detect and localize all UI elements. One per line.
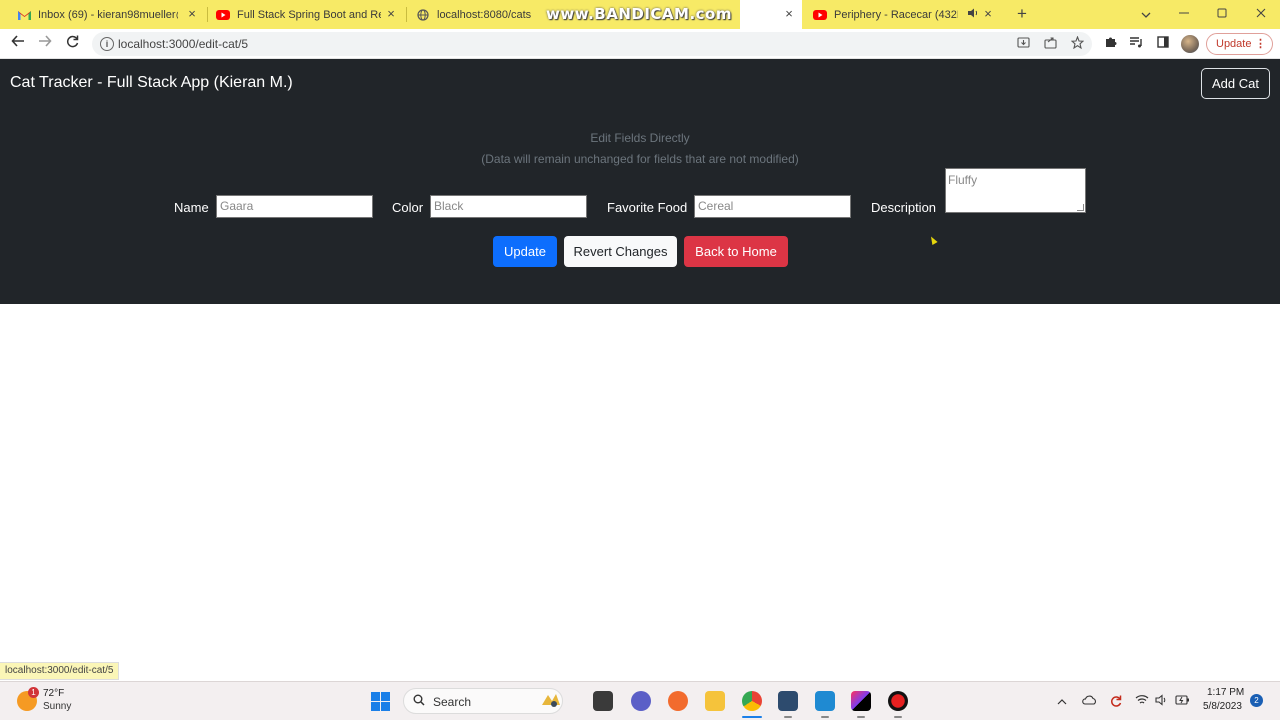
youtube-icon: [813, 8, 827, 22]
mysql-workbench-icon[interactable]: [778, 691, 798, 711]
chrome-icon[interactable]: [742, 691, 762, 711]
profile-avatar[interactable]: [1181, 35, 1199, 53]
edit-help-subtitle: (Data will remain unchanged for fields t…: [481, 152, 799, 166]
color-label: Color: [392, 200, 424, 215]
clock-date[interactable]: 5/8/2023: [1203, 701, 1242, 712]
add-cat-button[interactable]: Add Cat: [1201, 68, 1270, 99]
weather-temperature[interactable]: 72°F: [43, 688, 64, 699]
maximize-icon[interactable]: [1211, 4, 1233, 24]
tab-youtube-spring[interactable]: Full Stack Spring Boot and React ×: [208, 0, 407, 29]
battery-charging-icon[interactable]: [1174, 694, 1190, 708]
bookmark-star-icon[interactable]: [1069, 35, 1085, 52]
reload-icon[interactable]: [62, 34, 82, 54]
recording-watermark: www.BANDICAM.com: [538, 2, 740, 26]
extensions-puzzle-icon[interactable]: [1101, 35, 1119, 53]
close-tab-icon[interactable]: ×: [781, 6, 797, 22]
search-label: Search: [433, 695, 472, 709]
notification-badge[interactable]: 2: [1250, 694, 1263, 707]
task-view-icon[interactable]: [593, 691, 613, 711]
new-tab-button[interactable]: +: [1011, 4, 1033, 24]
weather-badge: 1: [28, 687, 39, 698]
search-icon: [413, 694, 425, 709]
app-running-indicator: [857, 716, 865, 718]
teams-chat-icon[interactable]: [631, 691, 651, 711]
close-window-icon[interactable]: [1250, 4, 1272, 24]
name-label: Name: [174, 200, 209, 215]
chevron-up-icon[interactable]: [1054, 694, 1070, 708]
back-arrow-icon[interactable]: [8, 34, 28, 54]
windows-start-icon[interactable]: [371, 692, 390, 711]
favorite-food-label: Favorite Food: [607, 200, 688, 215]
address-bar[interactable]: i localhost:3000/edit-cat/5: [92, 32, 1092, 56]
youtube-icon: [216, 8, 230, 22]
tab-search-chevron-icon[interactable]: [1135, 4, 1157, 24]
bandicam-record-icon[interactable]: [888, 691, 908, 711]
vscode-icon[interactable]: [815, 691, 835, 711]
url-text: localhost:3000/edit-cat/5: [118, 37, 249, 51]
back-to-home-button[interactable]: Back to Home: [684, 236, 788, 267]
share-icon[interactable]: [1042, 36, 1058, 52]
intellij-icon[interactable]: [851, 691, 871, 711]
browser-tab-strip: Inbox (69) - kieran98mueller@gm × Full S…: [0, 0, 1280, 29]
file-explorer-icon[interactable]: [705, 691, 725, 711]
color-input[interactable]: Black: [430, 195, 587, 218]
postman-icon[interactable]: [668, 691, 688, 711]
minimize-icon[interactable]: [1173, 4, 1195, 24]
app-brand[interactable]: Cat Tracker - Full Stack App (Kieran M.): [10, 74, 293, 92]
browser-update-button[interactable]: Update ⋮: [1206, 33, 1273, 55]
install-app-icon[interactable]: [1015, 36, 1031, 52]
name-input[interactable]: Gaara: [216, 195, 373, 218]
description-placeholder: Fluffy: [948, 173, 978, 187]
tab-title: Inbox (69) - kieran98mueller@gm: [38, 8, 178, 21]
close-tab-icon[interactable]: ×: [980, 6, 996, 22]
gmail-icon: [17, 8, 31, 22]
description-label: Description: [871, 200, 937, 215]
weather-condition[interactable]: Sunny: [43, 701, 71, 712]
forward-arrow-icon[interactable]: [35, 34, 55, 54]
site-info-icon[interactable]: i: [100, 37, 114, 51]
favorite-food-input[interactable]: Cereal: [694, 195, 851, 218]
volume-icon[interactable]: [1153, 694, 1169, 708]
windows-taskbar: 1 72°F Sunny Search 1:17 PM 5/8/2023 2: [0, 681, 1280, 720]
tab-title: Periphery - Racecar (432Hz): [834, 8, 958, 21]
edit-help-title: Edit Fields Directly: [590, 131, 690, 145]
revert-changes-button[interactable]: Revert Changes: [564, 236, 677, 267]
update-button[interactable]: Update: [493, 236, 557, 267]
tab-title: localhost:8080/cats: [437, 8, 532, 21]
onedrive-cloud-icon[interactable]: [1081, 694, 1097, 708]
link-status-bubble: localhost:3000/edit-cat/5: [0, 662, 120, 680]
app-running-indicator: [894, 716, 902, 718]
app-running-indicator: [821, 716, 829, 718]
tab-gmail[interactable]: Inbox (69) - kieran98mueller@gm ×: [8, 0, 208, 29]
tab-title: Full Stack Spring Boot and React: [237, 8, 381, 21]
speaker-mute-icon[interactable]: [967, 7, 981, 21]
clock-time[interactable]: 1:17 PM: [1207, 687, 1244, 698]
globe-icon: [416, 8, 430, 22]
tab-localhost-cats[interactable]: localhost:8080/cats: [407, 0, 537, 29]
update-label: Update: [1216, 38, 1252, 50]
taskbar-search[interactable]: Search: [403, 688, 563, 714]
close-tab-icon[interactable]: ×: [383, 6, 399, 22]
side-panel-icon[interactable]: [1154, 35, 1172, 53]
wifi-icon[interactable]: [1134, 694, 1150, 708]
app-navbar-area: Cat Tracker - Full Stack App (Kieran M.)…: [0, 59, 1280, 304]
more-menu-icon: ⋮: [1255, 38, 1266, 50]
tab-active-edit-cat[interactable]: ×: [740, 0, 802, 29]
close-tab-icon[interactable]: ×: [184, 6, 200, 22]
resize-handle-icon[interactable]: [1077, 204, 1084, 211]
browser-toolbar: i localhost:3000/edit-cat/5 Update ⋮: [0, 29, 1280, 59]
tab-youtube-periphery[interactable]: Periphery - Racecar (432Hz) ×: [804, 0, 1004, 29]
sync-alert-icon[interactable]: [1108, 694, 1124, 708]
app-running-indicator: [784, 716, 792, 718]
search-highlight-icon: [540, 691, 562, 711]
description-textarea[interactable]: Fluffy: [945, 168, 1086, 213]
chrome-active-indicator: [742, 716, 762, 718]
media-controls-icon[interactable]: [1127, 35, 1145, 53]
